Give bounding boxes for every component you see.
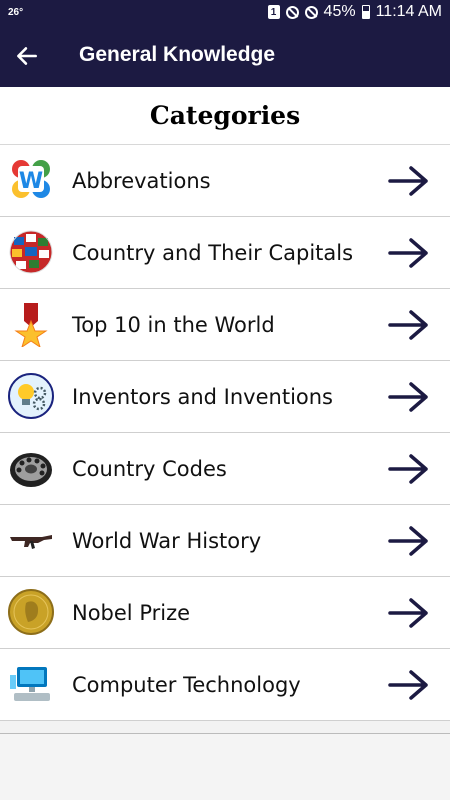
app-bar: General Knowledge [0, 27, 450, 87]
arrow-right-icon[interactable] [388, 451, 430, 487]
category-label: World War History [72, 528, 262, 553]
category-label: Inventors and Inventions [72, 384, 334, 409]
app-title: General Knowledge [79, 43, 276, 66]
arrow-right-icon[interactable] [388, 163, 430, 199]
arrow-right-icon[interactable] [388, 235, 430, 271]
svg-text:W: W [19, 169, 43, 194]
blocked-icon [304, 5, 318, 19]
status-bar: 26° 1 45% 11:14 AM [0, 0, 450, 27]
medal-icon [8, 301, 54, 347]
battery-percent: 45% [323, 3, 356, 20]
category-row[interactable]: Nobel Prize [0, 577, 450, 649]
category-row[interactable]: Inventors and Inventions [0, 361, 450, 433]
arrow-right-icon[interactable] [388, 523, 430, 559]
temperature-text: 26° [8, 7, 24, 18]
rotary-dial-icon [10, 453, 52, 487]
category-label: Country Codes [72, 456, 227, 481]
bottom-area [0, 734, 450, 800]
category-row[interactable]: W Abbrevations [0, 145, 450, 217]
category-row[interactable]: Computer Technology [0, 649, 450, 721]
abbreviation-w-icon: W [12, 160, 50, 198]
category-label: Abbrevations [72, 168, 211, 193]
sim-icon: 1 [267, 5, 280, 19]
do-not-disturb-icon [285, 5, 299, 19]
nobel-medal-icon [8, 589, 54, 635]
clock: 11:14 AM [375, 3, 442, 20]
arrow-right-icon[interactable] [388, 307, 430, 343]
lightbulb-gears-icon [8, 373, 54, 419]
category-label: Nobel Prize [72, 600, 191, 625]
category-list: W Abbrevations Country and Their Capital… [0, 145, 450, 721]
back-arrow-icon[interactable] [14, 43, 40, 69]
category-row[interactable]: Top 10 in the World [0, 289, 450, 361]
battery-icon [361, 5, 370, 19]
rifle-icon [10, 535, 52, 549]
category-row[interactable]: Country Codes [0, 433, 450, 505]
category-row[interactable]: Country and Their Capitals [0, 217, 450, 289]
arrow-right-icon[interactable] [388, 595, 430, 631]
category-label: Country and Their Capitals [72, 240, 354, 265]
categories-header: Categories [0, 87, 450, 145]
computer-icon [10, 667, 50, 701]
category-label: Top 10 in the World [72, 312, 275, 337]
category-row[interactable]: World War History [0, 505, 450, 577]
globe-flags-icon [9, 230, 53, 274]
arrow-right-icon[interactable] [388, 379, 430, 415]
category-label: Computer Technology [72, 672, 301, 697]
categories-title: Categories [149, 101, 301, 130]
arrow-right-icon[interactable] [388, 667, 430, 703]
